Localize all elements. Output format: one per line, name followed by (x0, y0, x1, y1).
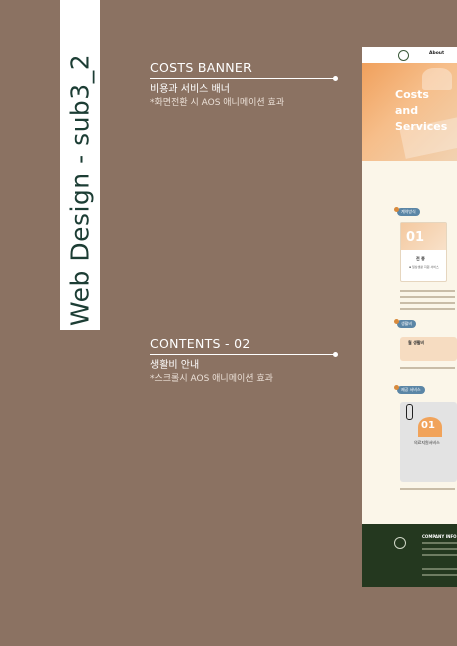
section-tag: 계약방식 (394, 207, 420, 216)
note-description: 생활비 안내 (150, 360, 200, 371)
card-header: 01 (401, 223, 446, 250)
contract-card: 01 전 종 ▪ 일상생활 지원 서비스 (400, 222, 447, 282)
section-tag: 제공 서비스 (394, 385, 425, 394)
preview-footer: COMPANY INFO (362, 524, 457, 587)
card-title: 전 종 (416, 256, 425, 261)
footer-line (422, 574, 457, 576)
section-tag-label: 계약방식 (401, 209, 416, 214)
preview-hero-banner: Costs and Services (362, 63, 457, 161)
preview-nav-item: About (429, 51, 445, 56)
text-lines (400, 367, 455, 373)
note-detail: *화면전환 시 AOS 애니메이션 효과 (150, 98, 285, 108)
note-divider (150, 76, 338, 81)
note-costs-banner: COSTS BANNER 비용과 서비스 배너 *화면전환 시 AOS 애니메이… (150, 60, 338, 110)
box-title: 월 생활비 (408, 340, 425, 345)
note-contents-02: CONTENTS - 02 생활비 안내 *스크롤시 AOS 애니메이션 효과 (150, 336, 338, 386)
card-text: ▪ 일상생활 지원 서비스 (409, 265, 439, 269)
text-lines (400, 290, 455, 314)
hero-title-line: Costs (395, 88, 429, 101)
footer-logo-icon (394, 537, 406, 549)
section-tag-label: 제공 서비스 (401, 387, 421, 392)
note-heading: CONTENTS - 02 (150, 336, 251, 351)
footer-line (422, 542, 457, 544)
preview-logo-icon (398, 50, 409, 61)
pin-icon (394, 207, 399, 212)
page-preview: About Costs and Services 계약방식 01 전 종 ▪ 일… (362, 47, 457, 587)
note-divider (150, 352, 338, 357)
hero-title-line: and (395, 104, 419, 117)
footer-line (422, 548, 457, 550)
side-title: Web Design - sub3_2 (65, 53, 95, 327)
pin-icon (394, 319, 399, 324)
text-lines (400, 488, 455, 494)
preview-nav: About (362, 47, 457, 63)
hero-title-line: Services (395, 120, 448, 133)
footer-title: COMPANY INFO (422, 534, 457, 539)
card-title: 의료지원서비스 (414, 440, 440, 445)
section-tag: 생활비 (394, 319, 417, 328)
note-heading: COSTS BANNER (150, 60, 253, 75)
note-description: 비용과 서비스 배너 (150, 84, 230, 95)
card-number: 01 (421, 420, 435, 431)
footer-line (422, 554, 457, 556)
pin-icon (394, 385, 399, 390)
section-tag-label: 생활비 (401, 321, 413, 326)
card-number: 01 (406, 230, 425, 245)
living-cost-box: 월 생활비 (400, 337, 457, 361)
divider-dot (333, 352, 338, 357)
footer-line (422, 568, 457, 570)
divider-dot (333, 76, 338, 81)
note-detail: *스크롤시 AOS 애니메이션 효과 (150, 374, 273, 384)
paperclip-icon (406, 404, 413, 420)
